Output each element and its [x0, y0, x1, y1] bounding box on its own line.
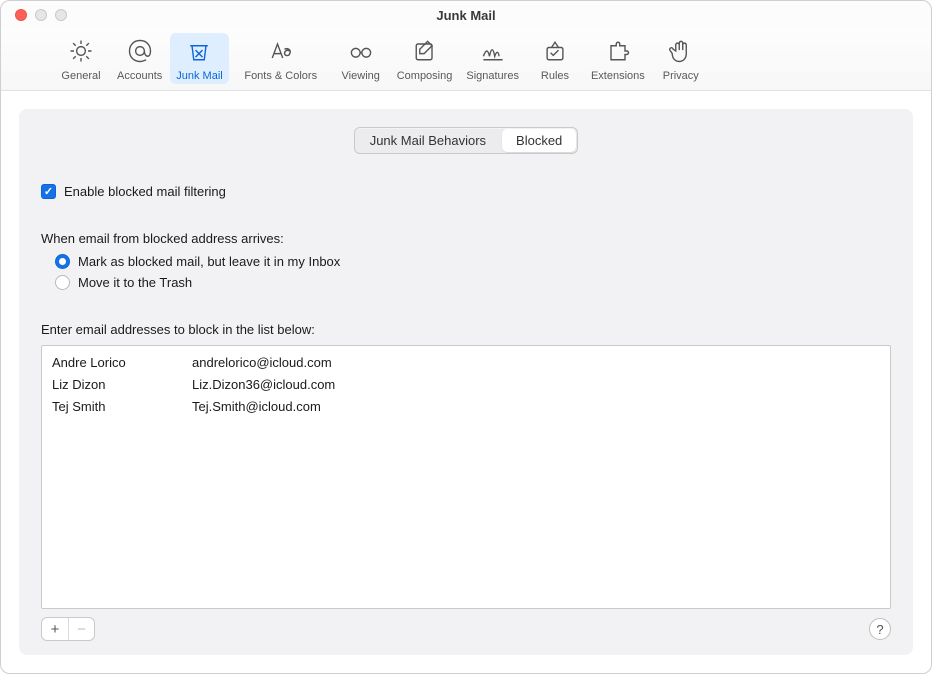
toolbar-tab-label: Fonts & Colors — [244, 70, 317, 82]
blocked-email: andrelorico@icloud.com — [192, 352, 880, 374]
signature-icon — [479, 37, 507, 68]
minimize-window-button[interactable] — [35, 9, 47, 21]
puzzle-icon — [604, 37, 632, 68]
toolbar-tab-label: Composing — [397, 70, 453, 82]
blocked-address-list[interactable]: Andre Loricoandrelorico@icloud.comLiz Di… — [41, 345, 891, 609]
window-title: Junk Mail — [1, 8, 931, 23]
content-outer: Junk Mail Behaviors Blocked Enable block… — [1, 91, 931, 673]
toolbar-tab-privacy[interactable]: Privacy — [653, 33, 709, 84]
toolbar-tab-label: Rules — [541, 70, 569, 82]
toolbar-tab-label: Accounts — [117, 70, 162, 82]
enable-blocked-label: Enable blocked mail filtering — [64, 184, 226, 199]
blocked-list-row[interactable]: Andre Loricoandrelorico@icloud.com — [52, 352, 880, 374]
sub-tab-control: Junk Mail Behaviors Blocked — [354, 127, 579, 154]
arrive-action-label: When email from blocked address arrives: — [41, 231, 891, 246]
enable-blocked-checkbox[interactable] — [41, 184, 56, 199]
radio-row-mark: Mark as blocked mail, but leave it in my… — [55, 254, 891, 269]
toolbar-tab-accounts[interactable]: Accounts — [111, 33, 168, 84]
blocked-name: Tej Smith — [52, 396, 192, 418]
toolbar-tab-label: Extensions — [591, 70, 645, 82]
toolbar-tab-label: Privacy — [663, 70, 699, 82]
maximize-window-button[interactable] — [55, 9, 67, 21]
toolbar-tab-label: General — [61, 70, 100, 82]
blocked-list-row[interactable]: Tej SmithTej.Smith@icloud.com — [52, 396, 880, 418]
toolbar-tab-rules[interactable]: Rules — [527, 33, 583, 84]
remove-blocked-button[interactable]: − — [68, 618, 94, 640]
hand-icon — [667, 37, 695, 68]
toolbar-tab-composing[interactable]: Composing — [391, 33, 459, 84]
add-remove-control: + − — [41, 617, 95, 641]
close-window-button[interactable] — [15, 9, 27, 21]
preferences-window: Junk Mail General Accounts Junk Mail — [0, 0, 932, 674]
toolbar-tab-junkmail[interactable]: Junk Mail — [170, 33, 228, 84]
blocked-name: Liz Dizon — [52, 374, 192, 396]
tab-blocked[interactable]: Blocked — [502, 129, 576, 152]
rules-icon — [541, 37, 569, 68]
toolbar-tab-label: Viewing — [342, 70, 380, 82]
blocked-form: Enable blocked mail filtering When email… — [41, 184, 891, 641]
toolbar-tab-extensions[interactable]: Extensions — [585, 33, 651, 84]
radio-move-trash[interactable] — [55, 275, 70, 290]
blocked-name: Andre Lorico — [52, 352, 192, 374]
junkmail-icon — [185, 37, 213, 68]
toolbar-tab-signatures[interactable]: Signatures — [460, 33, 525, 84]
glasses-icon — [347, 37, 375, 68]
fonts-icon — [267, 37, 295, 68]
radio-row-trash: Move it to the Trash — [55, 275, 891, 290]
blocked-email: Liz.Dizon36@icloud.com — [192, 374, 880, 396]
traffic-lights — [1, 9, 67, 21]
blocked-email: Tej.Smith@icloud.com — [192, 396, 880, 418]
arrive-action-radio-group: Mark as blocked mail, but leave it in my… — [55, 254, 891, 296]
help-button[interactable]: ? — [869, 618, 891, 640]
radio-mark-inbox[interactable] — [55, 254, 70, 269]
titlebar: Junk Mail — [1, 1, 931, 29]
toolbar-tab-general[interactable]: General — [53, 33, 109, 84]
tab-junkmail-behaviors[interactable]: Junk Mail Behaviors — [356, 129, 500, 152]
prefs-toolbar: General Accounts Junk Mail Fonts & Color… — [1, 29, 931, 91]
gear-icon — [67, 37, 95, 68]
toolbar-tab-label: Signatures — [466, 70, 519, 82]
blocked-list-label: Enter email addresses to block in the li… — [41, 322, 891, 337]
toolbar-tab-label: Junk Mail — [176, 70, 222, 82]
compose-icon — [411, 37, 439, 68]
radio-trash-label: Move it to the Trash — [78, 275, 192, 290]
content-panel: Junk Mail Behaviors Blocked Enable block… — [19, 109, 913, 655]
toolbar-tab-fontscolors[interactable]: Fonts & Colors — [231, 33, 331, 84]
enable-blocked-row: Enable blocked mail filtering — [41, 184, 891, 199]
radio-mark-label: Mark as blocked mail, but leave it in my… — [78, 254, 340, 269]
toolbar-tab-viewing[interactable]: Viewing — [333, 33, 389, 84]
footer-controls: + − ? — [41, 617, 891, 641]
at-sign-icon — [126, 37, 154, 68]
add-blocked-button[interactable]: + — [42, 618, 68, 640]
blocked-list-row[interactable]: Liz DizonLiz.Dizon36@icloud.com — [52, 374, 880, 396]
